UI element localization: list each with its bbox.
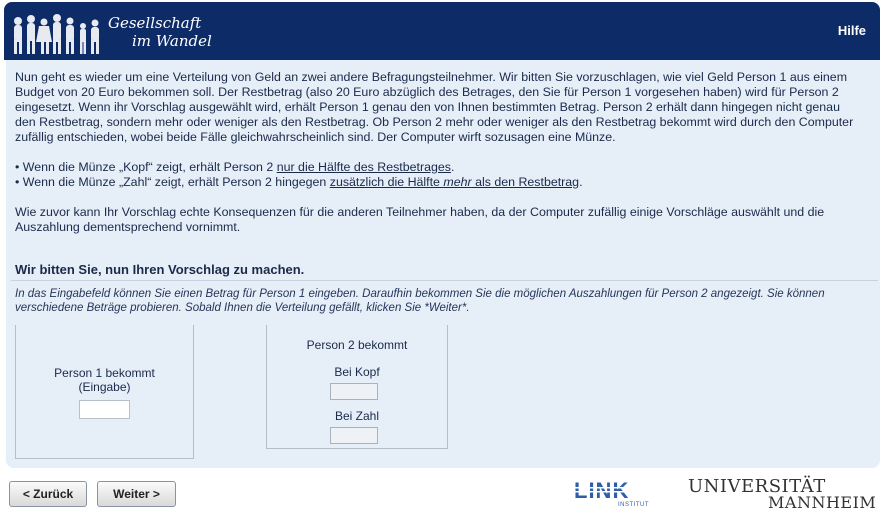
person1-label: Person 1 bekommt [54,366,155,380]
help-link[interactable]: Hilfe [838,23,866,38]
bullet-zahl-underlined: zusätzlich die Hälfte mehr als den Restb… [330,175,579,189]
person1-box: Person 1 bekommt (Eingabe) [15,325,194,459]
universitaet-mannheim-logo: UNIVERSITÄT MANNHEIM [688,476,876,512]
header-bar: Gesellschaft im Wandel Hilfe [4,2,880,60]
intro-paragraph-1: Nun geht es wieder um eine Verteilung vo… [15,70,854,144]
bullet-zahl-underlined-a: zusätzlich die Hälfte [329,175,444,189]
person1-sublabel: (Eingabe) [78,380,131,394]
question-instruction: In das Eingabefeld können Sie einen Betr… [15,288,825,314]
link-logo-subtext: INSTITUT [618,502,649,508]
main-content-panel: Nun geht es wieder um eine Verteilung vo… [6,60,880,468]
divider [11,280,878,281]
back-button[interactable]: < Zurück [9,481,87,507]
logo-text-line1: Gesellschaft [108,14,202,32]
link-institut-logo: LINK INSTITUT [574,478,654,508]
person1-amount-input[interactable] [79,400,130,419]
person2-kopf-output [330,383,378,400]
person2-zahl-output [330,427,378,444]
person2-box: Person 2 bekommt Bei Kopf Bei Zahl [266,325,448,449]
person2-kopf-label: Bei Kopf [334,365,380,379]
person2-zahl-label: Bei Zahl [334,409,380,423]
bullet-kopf-prefix: • Wenn die Münze „Kopf“ zeigt, erhält Pe… [15,160,277,174]
logo-text-line2: im Wandel [132,32,212,50]
bullet-zahl-suffix: . [579,175,583,189]
gesellschaft-im-wandel-logo: Gesellschaft im Wandel [8,8,258,60]
bullet-zahl: • Wenn die Münze „Zahl“ zeigt, erhält Pe… [15,175,855,190]
person2-label: Person 2 bekommt [306,338,408,352]
bullet-zahl-underlined-b: als den Restbetrag [471,175,580,189]
bullet-zahl-underlined-italic: mehr [443,175,472,189]
link-logo-text: LINK [574,478,629,503]
bullet-kopf-underlined: nur die Hälfte des Restbetrages [276,160,451,174]
intro-text: Nun geht es wieder um eine Verteilung vo… [15,70,855,235]
people-silhouettes-icon [14,14,99,54]
intro-paragraph-2: Wie zuvor kann Ihr Vorschlag echte Konse… [15,205,825,234]
bullet-kopf-suffix: . [450,160,455,174]
bullet-zahl-prefix: • Wenn die Münze „Zahl“ zeigt, erhält Pe… [15,175,330,189]
next-button[interactable]: Weiter > [97,481,176,507]
bullet-kopf: • Wenn die Münze „Kopf“ zeigt, erhält Pe… [15,160,855,175]
question-heading: Wir bitten Sie, nun Ihren Vorschlag zu m… [15,262,305,277]
uni-logo-line2: MANNHEIM [768,493,877,512]
